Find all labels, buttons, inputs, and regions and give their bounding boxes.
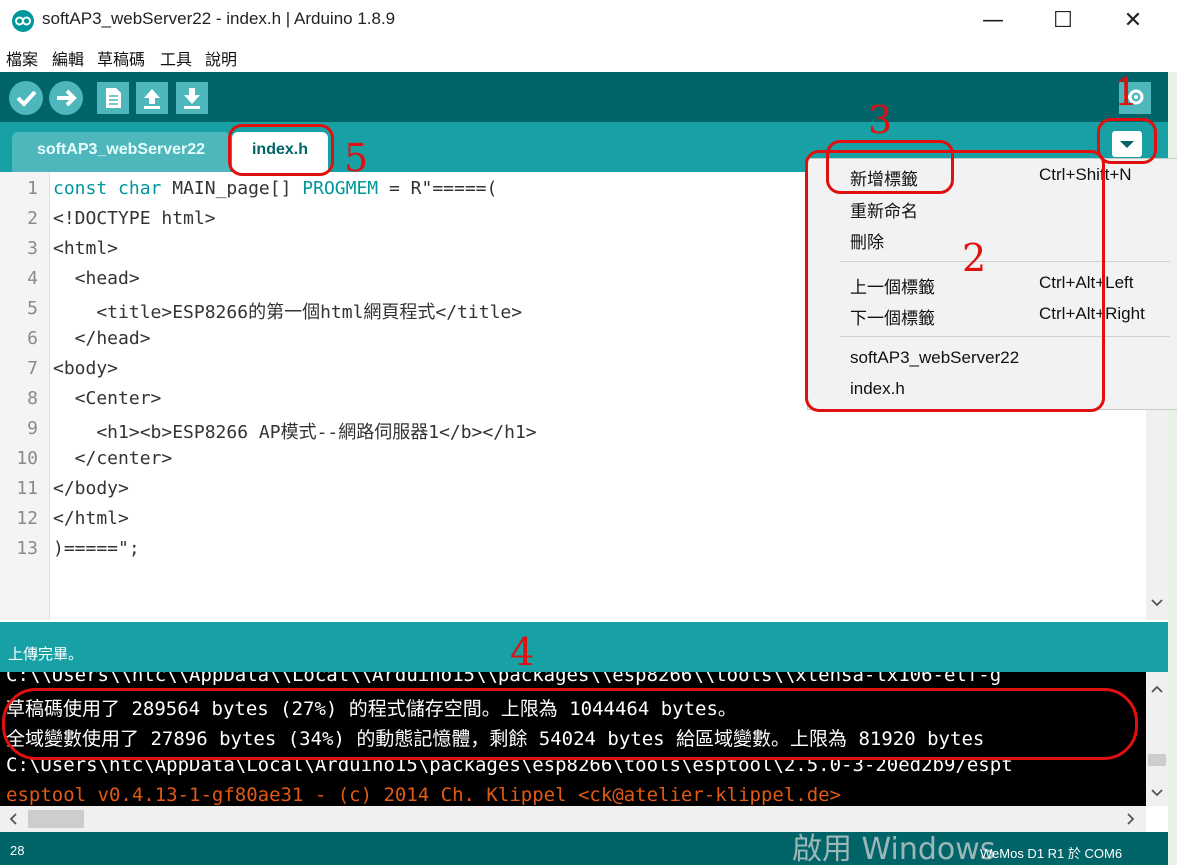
- code-text: = R"=====(: [378, 178, 498, 199]
- arrow-right-icon: [57, 89, 77, 107]
- menu-sketch[interactable]: 草稿碼: [97, 46, 145, 70]
- console-vertical-scrollbar[interactable]: [1146, 672, 1168, 806]
- check-icon: [16, 90, 37, 107]
- status-message: 上傳完畢。: [8, 645, 84, 663]
- line-number: 5: [27, 298, 38, 319]
- annotation-number-4: 4: [510, 630, 535, 674]
- code-line[interactable]: <head>: [53, 268, 140, 289]
- maximize-button[interactable]: ☐: [1040, 0, 1086, 42]
- verify-button[interactable]: [9, 81, 43, 115]
- board-port-label: WeMos D1 R1 於 COM6: [980, 846, 1123, 861]
- code-line[interactable]: const char MAIN_page[] PROGMEM = R"=====…: [53, 178, 497, 199]
- code-line[interactable]: )=====";: [53, 538, 140, 559]
- code-keyword: char: [118, 178, 162, 199]
- code-line[interactable]: </center>: [53, 448, 173, 469]
- chevron-up-icon: [1151, 685, 1163, 693]
- upload-button[interactable]: [49, 81, 83, 115]
- code-line[interactable]: <Center>: [53, 388, 162, 409]
- line-number-indicator: 28: [10, 843, 25, 858]
- open-button[interactable]: [136, 82, 168, 114]
- code-keyword: const: [53, 178, 108, 199]
- annotation-number-5: 5: [344, 136, 369, 180]
- chevron-left-icon: [9, 813, 17, 825]
- close-button[interactable]: ✕: [1110, 0, 1156, 42]
- menu-file[interactable]: 檔案: [6, 46, 38, 70]
- line-number: 8: [27, 388, 38, 409]
- code-line[interactable]: </html>: [53, 508, 129, 529]
- arduino-logo-icon: [12, 10, 34, 32]
- file-icon: [106, 88, 121, 108]
- save-button[interactable]: [176, 82, 208, 114]
- line-number: 10: [16, 448, 38, 469]
- code-line[interactable]: </body>: [53, 478, 129, 499]
- line-number: 4: [27, 268, 38, 289]
- line-number: 7: [27, 358, 38, 379]
- code-line[interactable]: <body>: [53, 358, 118, 379]
- line-number: 12: [16, 508, 38, 529]
- arrow-up-icon: [144, 89, 160, 109]
- chevron-down-icon: [1151, 599, 1163, 607]
- windows-activation-watermark: 啟用 Windows: [792, 832, 996, 867]
- annotation-number-1: 1: [1114, 70, 1139, 114]
- annotation-number-2: 2: [962, 236, 987, 280]
- title-bar: softAP3_webServer22 - index.h | Arduino …: [0, 0, 1177, 42]
- message-bar: [0, 622, 1168, 672]
- horizontal-scroll-thumb[interactable]: [28, 810, 84, 828]
- code-line[interactable]: </head>: [53, 328, 151, 349]
- console-line: esptool v0.4.13-1-gf80ae31 - (c) 2014 Ch…: [6, 784, 842, 806]
- chevron-down-icon: [1151, 789, 1163, 797]
- line-number: 6: [27, 328, 38, 349]
- code-line[interactable]: <h1><b>ESP8266 AP模式--網路伺服器1</b></h1>: [53, 418, 536, 444]
- line-number: 9: [27, 418, 38, 439]
- window-title: softAP3_webServer22 - index.h | Arduino …: [42, 9, 396, 28]
- minimize-button[interactable]: —: [970, 0, 1016, 42]
- annotation-box-4: [2, 688, 1138, 760]
- annotation-number-3: 3: [868, 98, 893, 142]
- code-line[interactable]: <html>: [53, 238, 118, 259]
- console-line: C:\\Users\\htc\\AppData\\Local\\Arduino1…: [6, 672, 1002, 686]
- annotation-box-3: [826, 140, 954, 194]
- code-text: MAIN_page[]: [161, 178, 303, 199]
- menu-tools[interactable]: 工具: [160, 46, 192, 70]
- chevron-right-icon: [1127, 813, 1135, 825]
- code-keyword: PROGMEM: [302, 178, 379, 199]
- tab-softap3-webserver22[interactable]: softAP3_webServer22: [12, 132, 230, 172]
- code-line[interactable]: <!DOCTYPE html>: [53, 208, 216, 229]
- line-number: 3: [27, 238, 38, 259]
- menu-edit[interactable]: 編輯: [52, 46, 84, 70]
- menu-help[interactable]: 說明: [205, 46, 237, 70]
- console-scroll-thumb[interactable]: [1148, 754, 1166, 766]
- new-sketch-button[interactable]: [97, 82, 129, 114]
- line-number: 11: [16, 478, 38, 499]
- line-number: 13: [16, 538, 38, 559]
- line-number: 2: [27, 208, 38, 229]
- line-number: 1: [27, 178, 38, 199]
- arrow-down-icon: [184, 88, 200, 109]
- annotation-box-5: [228, 124, 334, 176]
- code-line[interactable]: <title>ESP8266的第一個html網頁程式</title>: [53, 298, 522, 324]
- annotation-box-1: [1097, 118, 1157, 164]
